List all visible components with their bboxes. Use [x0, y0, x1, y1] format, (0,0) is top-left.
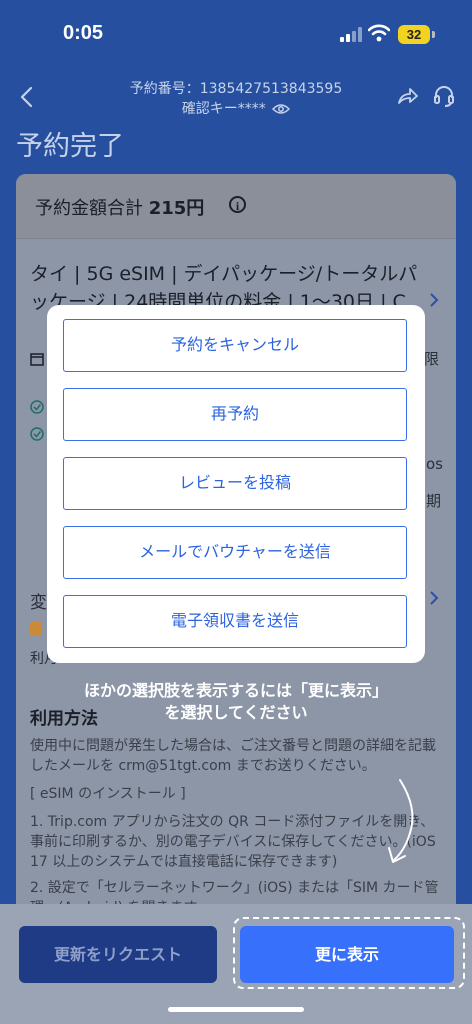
- more-options-popup: 予約をキャンセル 再予約 レビューを投稿 メールでバウチャーを送信 電子領収書を…: [47, 305, 425, 663]
- chevron-right-icon[interactable]: [429, 590, 439, 606]
- status-time: 0:05: [63, 22, 104, 44]
- partial-text-limit: 限: [424, 350, 440, 368]
- tip-line-2: を選択してください: [164, 703, 308, 722]
- total-value: 215円: [148, 198, 205, 219]
- partial-text-period: 期: [426, 492, 442, 510]
- rebook-button[interactable]: 再予約: [63, 388, 407, 441]
- partial-text-change: 変: [30, 593, 47, 613]
- page-title: 予約完了: [16, 131, 124, 162]
- send-e-receipt-button[interactable]: 電子領収書を送信: [63, 595, 407, 648]
- chevron-right-icon[interactable]: [429, 292, 439, 308]
- status-tag: [30, 622, 42, 636]
- total-label: 予約金額合計 215円: [35, 194, 204, 220]
- post-review-button[interactable]: レビューを投稿: [63, 457, 407, 510]
- calendar-icon: [30, 353, 44, 366]
- battery-icon: 32: [398, 25, 430, 44]
- curved-arrow-icon: [388, 779, 414, 863]
- check-circle-icon: [30, 427, 44, 441]
- request-update-button[interactable]: 更新をリクエスト: [19, 926, 217, 983]
- partial-text-os: os: [426, 455, 443, 473]
- usage-paragraph-contact: 使用中に問題が発生した場合は、ご注文番号と問題の詳細を記載したメールを crm@…: [30, 738, 436, 774]
- eye-icon[interactable]: [272, 103, 291, 115]
- status-bar: 0:05 32: [0, 0, 472, 70]
- headset-icon[interactable]: [433, 84, 455, 108]
- battery-tip: [432, 31, 435, 38]
- show-more-button[interactable]: 更に表示: [240, 926, 454, 983]
- email-voucher-button[interactable]: メールでバウチャーを送信: [63, 526, 407, 579]
- cancel-booking-button[interactable]: 予約をキャンセル: [63, 319, 407, 372]
- tip-line-1: ほかの選択肢を表示するには「更に表示」: [83, 681, 388, 700]
- total-row: 予約金額合計 215円 i: [16, 174, 456, 239]
- info-icon[interactable]: i: [229, 196, 246, 213]
- wifi-icon: [368, 24, 390, 42]
- total-label-text: 予約金額合計: [35, 198, 143, 219]
- home-indicator: [168, 1007, 304, 1012]
- cellular-signal-icon: [340, 26, 364, 42]
- confirm-key-text: 確認キー****: [181, 101, 266, 117]
- nav-header: 予約番号：1385427513843595 確認キー****: [0, 70, 472, 120]
- check-circle-icon: [30, 400, 44, 414]
- share-icon[interactable]: [397, 86, 419, 106]
